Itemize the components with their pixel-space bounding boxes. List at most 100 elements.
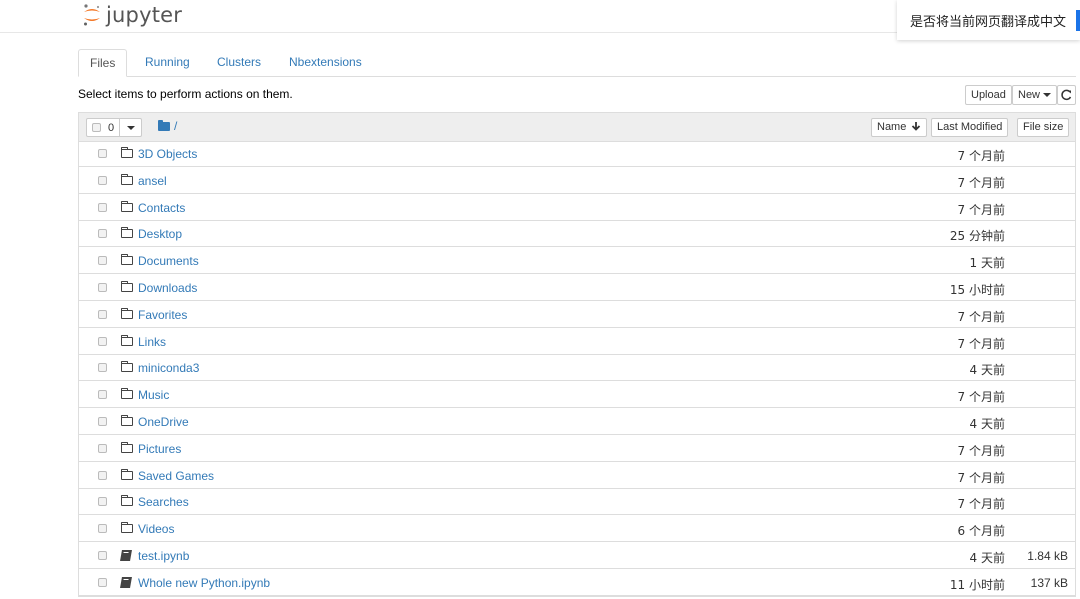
row-checkbox[interactable] [98, 229, 107, 239]
file-row[interactable]: Downloads 15 小时前 [79, 275, 1075, 301]
row-checkbox[interactable] [98, 336, 107, 346]
file-row[interactable]: Videos 6 个月前 [79, 516, 1075, 543]
folder-icon [121, 254, 133, 268]
file-row[interactable]: Favorites 7 个月前 [79, 302, 1075, 328]
last-modified: 7 个月前 [957, 149, 1005, 163]
home-folder-icon[interactable] [158, 119, 170, 131]
file-row[interactable]: test.ipynb 4 天前 1.84 kB [79, 543, 1075, 569]
translate-accent-bar [1076, 10, 1080, 31]
row-checkbox[interactable] [98, 283, 107, 292]
folder-icon [121, 281, 133, 295]
last-modified: 25 分钟前 [949, 229, 1005, 244]
last-modified: 7 个月前 [957, 202, 1005, 217]
file-row[interactable]: ansel 7 个月前 [79, 168, 1075, 194]
chevron-down-icon [1043, 93, 1052, 98]
file-row[interactable]: Whole new Python.ipynb 11 小时前 137 kB [79, 570, 1075, 596]
file-row[interactable]: Contacts 7 个月前 [79, 195, 1075, 221]
tab-running[interactable]: Running [134, 49, 201, 75]
row-checkbox[interactable] [98, 175, 107, 185]
row-checkbox[interactable] [98, 390, 107, 400]
select-dropdown-button[interactable] [120, 118, 143, 137]
file-size: 1.84 kB [1027, 549, 1068, 563]
last-modified: 7 个月前 [957, 175, 1005, 190]
new-button[interactable]: New [1012, 85, 1058, 105]
file-name-link[interactable]: Favorites [138, 308, 187, 322]
row-checkbox[interactable] [98, 149, 107, 158]
last-modified: 7 个月前 [957, 443, 1005, 458]
row-checkbox[interactable] [98, 309, 107, 319]
file-row[interactable]: Documents 1 天前 [79, 248, 1075, 275]
folder-icon [121, 441, 133, 456]
jupyter-logo[interactable]: jupyter [82, 2, 182, 28]
file-name-link[interactable]: Links [138, 335, 166, 349]
tab-bar: Files Running Clusters Nbextensions [78, 49, 1076, 77]
file-name-link[interactable]: Desktop [138, 227, 182, 241]
row-checkbox[interactable] [98, 551, 107, 560]
file-row[interactable]: Saved Games 7 个月前 [79, 463, 1075, 489]
row-checkbox[interactable] [98, 497, 107, 507]
breadcrumb-path[interactable]: / [174, 119, 177, 133]
file-row[interactable]: Links 7 个月前 [79, 329, 1075, 355]
upload-button[interactable]: Upload [965, 85, 1012, 105]
file-name-link[interactable]: test.ipynb [138, 549, 189, 563]
last-modified: 6 个月前 [957, 524, 1005, 539]
folder-icon [121, 522, 133, 536]
file-name-link[interactable]: 3D Objects [138, 147, 197, 161]
tab-clusters[interactable]: Clusters [206, 49, 272, 75]
refresh-button[interactable] [1057, 85, 1076, 105]
folder-icon [121, 200, 133, 215]
file-name-link[interactable]: Pictures [138, 442, 181, 456]
last-modified: 7 个月前 [957, 309, 1005, 324]
last-modified: 11 小时前 [949, 577, 1005, 592]
sort-last-modified-button[interactable]: Last Modified [931, 118, 1009, 137]
last-modified: 4 天前 [969, 551, 1005, 565]
file-name-link[interactable]: Videos [138, 522, 174, 536]
file-name-link[interactable]: Music [138, 388, 169, 402]
file-list: 0 / Name Last Modified File size 3D Obje… [78, 112, 1076, 597]
file-row[interactable]: 3D Objects 7 个月前 [79, 141, 1075, 167]
tab-files[interactable]: Files [78, 49, 128, 77]
file-name-link[interactable]: Searches [138, 495, 189, 509]
file-row[interactable]: miniconda3 4 天前 [79, 355, 1075, 382]
last-modified: 4 天前 [969, 363, 1005, 378]
file-name-link[interactable]: OneDrive [138, 415, 189, 429]
file-row[interactable]: OneDrive 4 天前 [79, 409, 1075, 435]
select-all-checkbox[interactable]: 0 [86, 118, 121, 137]
row-checkbox[interactable] [98, 577, 107, 587]
sort-file-size-button[interactable]: File size [1017, 118, 1070, 137]
notebook-icon [120, 549, 132, 564]
tab-nbextensions[interactable]: Nbextensions [278, 49, 373, 75]
file-name-link[interactable]: Contacts [138, 201, 185, 215]
translate-prompt: 是否将当前网页翻译成中文 [910, 15, 1067, 30]
new-button-label: New [1018, 89, 1041, 101]
row-checkbox[interactable] [98, 256, 107, 266]
file-name-link[interactable]: miniconda3 [138, 361, 199, 375]
last-modified: 15 小时前 [949, 283, 1005, 297]
file-name-link[interactable]: Saved Games [138, 469, 214, 483]
row-checkbox[interactable] [98, 524, 107, 534]
file-row[interactable]: Searches 7 个月前 [79, 489, 1075, 516]
last-modified: 7 个月前 [957, 336, 1005, 351]
notebook-icon [120, 576, 132, 591]
folder-icon [121, 388, 133, 402]
folder-icon [121, 495, 133, 509]
breadcrumb: / [158, 119, 177, 133]
folder-icon [121, 173, 133, 188]
row-checkbox[interactable] [98, 202, 107, 212]
sort-name-button[interactable]: Name [871, 118, 928, 137]
file-row[interactable]: Pictures 7 个月前 [79, 436, 1075, 462]
instructions-text: Select items to perform actions on them. [78, 87, 293, 101]
file-name-link[interactable]: Whole new Python.ipynb [138, 576, 270, 590]
file-row[interactable]: Music 7 个月前 [79, 382, 1075, 409]
row-checkbox[interactable] [98, 470, 107, 480]
row-checkbox[interactable] [98, 363, 107, 373]
row-checkbox[interactable] [98, 417, 107, 426]
file-name-link[interactable]: ansel [138, 174, 167, 188]
select-all-group: 0 [86, 118, 143, 137]
file-row[interactable]: Desktop 25 分钟前 [79, 221, 1075, 248]
file-name-link[interactable]: Documents [138, 254, 199, 268]
last-modified: 7 个月前 [957, 390, 1005, 405]
row-checkbox[interactable] [98, 443, 107, 453]
translate-popup[interactable]: 是否将当前网页翻译成中文 [897, 0, 1080, 40]
file-name-link[interactable]: Downloads [138, 281, 197, 295]
